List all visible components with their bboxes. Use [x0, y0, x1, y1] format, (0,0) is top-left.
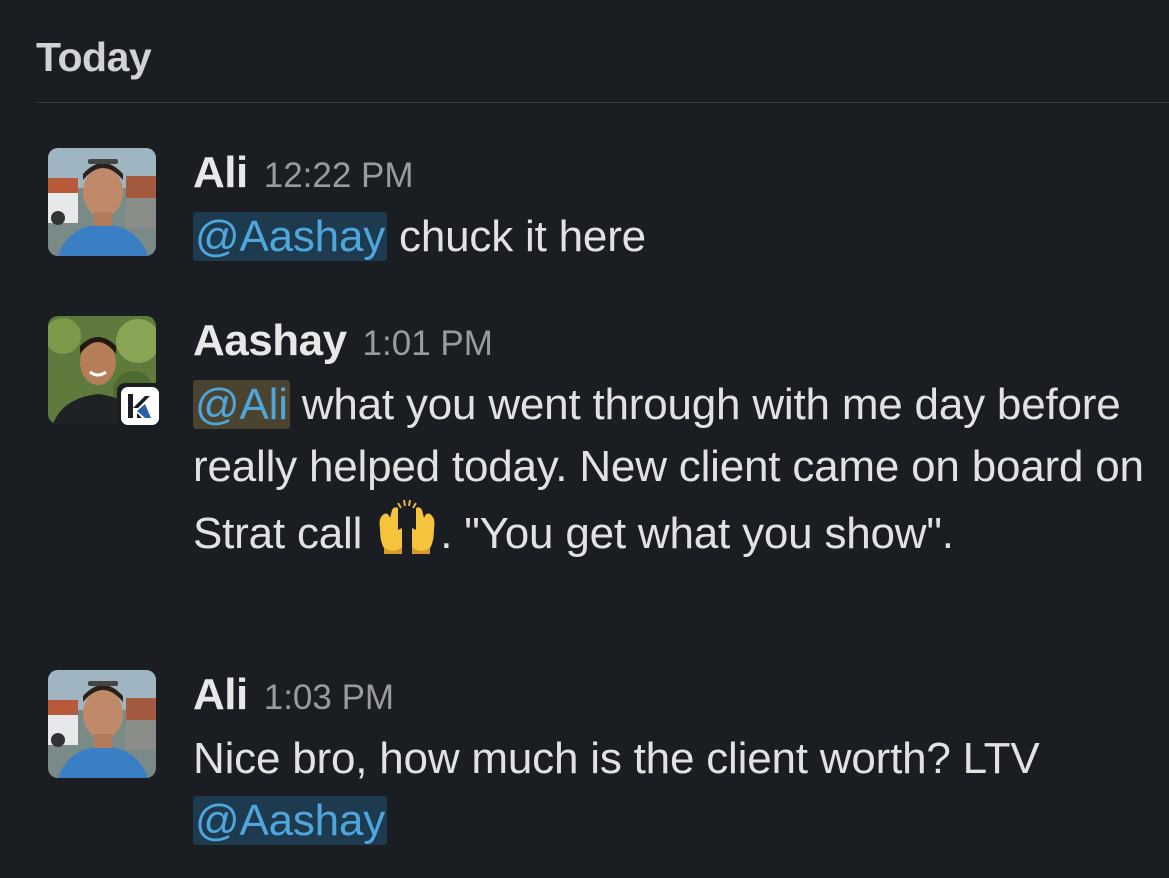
author-name[interactable]: Ali: [193, 148, 248, 198]
message-text-segment: . "You get what you show".: [440, 509, 954, 558]
k-app-badge-icon: [128, 394, 151, 418]
message-text: Nice bro, how much is the client worth? …: [193, 728, 1158, 852]
app-badge: [117, 383, 163, 429]
user-mention[interactable]: @Aashay: [193, 212, 388, 261]
message-text-segment: Nice bro, how much is the client worth? …: [193, 734, 1040, 783]
timestamp[interactable]: 1:01 PM: [363, 324, 493, 364]
avatar[interactable]: [48, 148, 156, 256]
author-name[interactable]: Aashay: [193, 316, 347, 366]
avatar[interactable]: [48, 670, 156, 778]
user-mention[interactable]: @Aashay: [193, 796, 388, 845]
message-text-segment: chuck it here: [387, 212, 646, 261]
ali-avatar-icon: [48, 148, 156, 256]
message-text: @Aashay chuck it here: [193, 206, 1158, 268]
message-text: @Ali what you went through with me day b…: [193, 374, 1158, 573]
ali-avatar-icon: [48, 670, 156, 778]
raised-hands-icon: [376, 498, 438, 573]
author-name[interactable]: Ali: [193, 670, 248, 720]
day-divider: [36, 102, 1169, 103]
timestamp[interactable]: 1:03 PM: [264, 678, 394, 718]
day-header: Today: [36, 34, 152, 80]
self-mention[interactable]: @Ali: [193, 380, 290, 429]
timestamp[interactable]: 12:22 PM: [264, 156, 414, 196]
